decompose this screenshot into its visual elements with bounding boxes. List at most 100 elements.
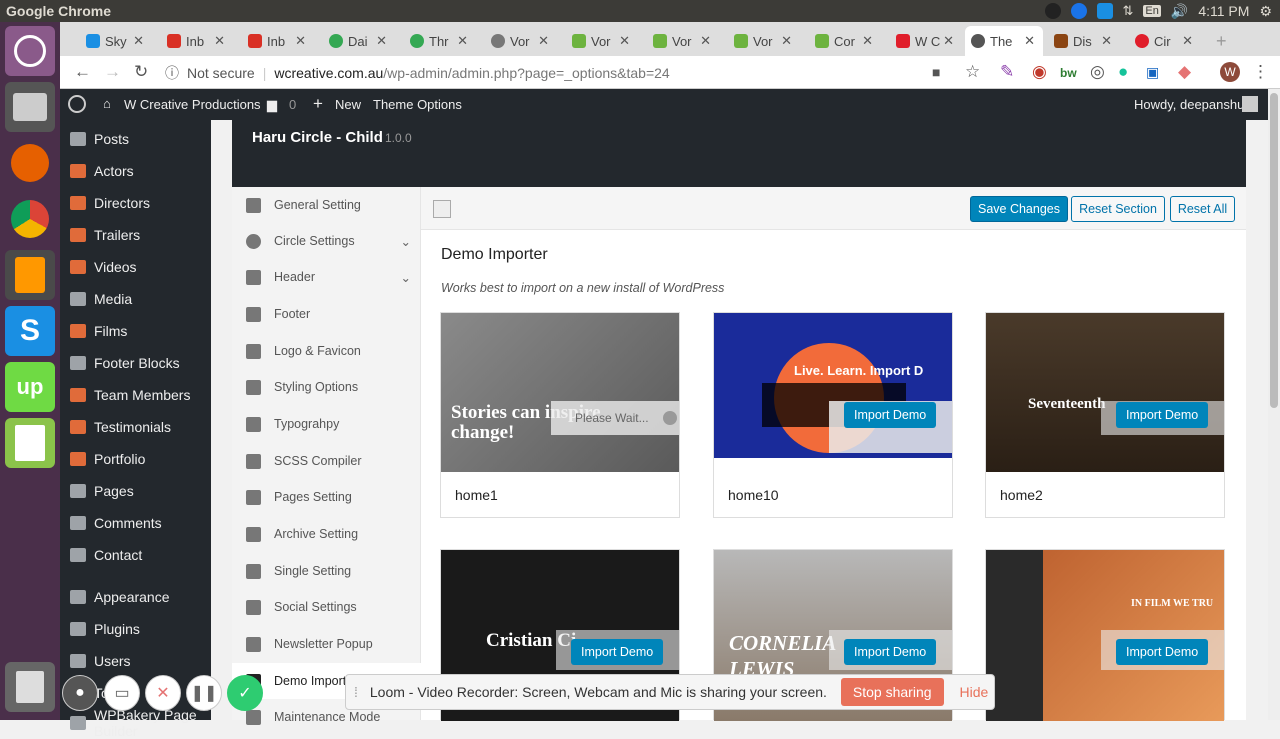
tab[interactable]: Thr ✕: [404, 26, 476, 56]
plus-icon[interactable]: +: [313, 94, 323, 114]
sidebar-item-pages[interactable]: Pages: [60, 476, 211, 506]
extension-icon[interactable]: ◎: [1090, 62, 1105, 82]
sidebar-item-actors[interactable]: Actors: [60, 156, 211, 186]
volume-icon[interactable]: 🔊: [1171, 3, 1188, 20]
tab[interactable]: Dis ✕: [1048, 26, 1120, 56]
files-icon[interactable]: [5, 82, 55, 132]
tab[interactable]: Dai ✕: [323, 26, 395, 56]
sidebar-item-contact[interactable]: Contact: [60, 540, 211, 570]
section-newsletter-popup[interactable]: Newsletter Popup: [232, 626, 421, 662]
extension-bw-icon[interactable]: bw: [1060, 66, 1077, 80]
chevron-down-icon[interactable]: ⌄: [401, 234, 411, 249]
chevron-down-icon[interactable]: ⌄: [401, 270, 411, 285]
loom-record-icon[interactable]: ●: [62, 675, 98, 711]
sidebar-item-trailers[interactable]: Trailers: [60, 220, 211, 250]
close-icon[interactable]: ✕: [376, 33, 387, 49]
sidebar-item-videos[interactable]: Videos: [60, 252, 211, 282]
loom-cancel-icon[interactable]: ✕: [145, 675, 181, 711]
settings-gear-icon[interactable]: ⚙: [1259, 3, 1272, 20]
address-bar[interactable]: ⓘ Not secure | wcreative.com.au /wp-admi…: [165, 60, 1065, 85]
tab[interactable]: Cir ✕: [1129, 26, 1201, 56]
section-general-setting[interactable]: General Setting: [232, 187, 421, 223]
reset-all-button[interactable]: Reset All: [1170, 196, 1235, 222]
tab[interactable]: Vor ✕: [647, 26, 719, 56]
home-icon[interactable]: ⌂: [103, 96, 111, 111]
sidebar-item-directors[interactable]: Directors: [60, 188, 211, 218]
scrollbar-thumb[interactable]: [1270, 93, 1278, 408]
sidebar-item-wpbakery[interactable]: WPBakery Page Builder: [60, 707, 211, 739]
demo-card[interactable]: Stories can inspire change! Please Wait.…: [440, 312, 680, 518]
howdy-link[interactable]: Howdy, deepanshu: [1134, 97, 1244, 112]
new-tab-plus-icon[interactable]: +: [1210, 26, 1240, 56]
demo-card[interactable]: Live. Learn. Import D Import Demo home10: [713, 312, 953, 518]
bookmark-star-icon[interactable]: ☆: [965, 62, 980, 82]
theme-options-link[interactable]: Theme Options: [373, 97, 462, 112]
site-name-link[interactable]: W Creative Productions: [124, 97, 261, 112]
chrome-icon[interactable]: [5, 194, 55, 244]
tab-active[interactable]: The ✕: [965, 26, 1043, 56]
hide-button[interactable]: Hide: [960, 684, 989, 700]
grammarly-icon[interactable]: ●: [1118, 62, 1128, 82]
ubuntu-dash-icon[interactable]: [5, 26, 55, 76]
reset-section-button[interactable]: Reset Section: [1071, 196, 1165, 222]
sidebar-item-portfolio[interactable]: Portfolio: [60, 444, 211, 474]
wordpress-logo-icon[interactable]: [68, 95, 86, 113]
import-demo-button[interactable]: Import Demo: [1116, 639, 1209, 665]
reload-icon[interactable]: ↻: [134, 62, 148, 82]
loom-finish-check-icon[interactable]: ✓: [227, 675, 263, 711]
save-changes-button[interactable]: Save Changes: [970, 196, 1068, 222]
drag-handle-icon[interactable]: ⁞: [354, 684, 358, 700]
tab[interactable]: Inb ✕: [161, 26, 233, 56]
close-icon[interactable]: ✕: [457, 33, 468, 49]
close-icon[interactable]: ✕: [862, 33, 873, 49]
tab[interactable]: Vor ✕: [566, 26, 638, 56]
back-arrow-icon[interactable]: ←: [74, 62, 91, 82]
import-demo-button[interactable]: Import Demo: [571, 639, 664, 665]
sidebar-item-testimonials[interactable]: Testimonials: [60, 412, 211, 442]
extension-icon[interactable]: ◉: [1032, 62, 1047, 82]
page-scrollbar[interactable]: [1268, 89, 1280, 720]
tab[interactable]: Vor ✕: [485, 26, 557, 56]
upwork-icon[interactable]: up: [5, 362, 55, 412]
comments-icon[interactable]: ▆: [267, 97, 277, 113]
close-icon[interactable]: ✕: [781, 33, 792, 49]
clock[interactable]: 4:11 PM: [1198, 3, 1249, 19]
forward-arrow-icon[interactable]: →: [104, 62, 121, 82]
network-icon[interactable]: ⇅: [1123, 3, 1134, 19]
firefox-icon[interactable]: [5, 138, 55, 188]
sidebar-item-footer-blocks[interactable]: Footer Blocks: [60, 348, 211, 378]
skype-icon[interactable]: S: [5, 306, 55, 356]
section-circle-settings[interactable]: Circle Settings ⌄: [232, 223, 421, 259]
section-scss-compiler[interactable]: SCSS Compiler: [232, 443, 421, 479]
sidebar-item-media[interactable]: Media: [60, 284, 211, 314]
section-footer[interactable]: Footer: [232, 296, 421, 332]
menu-kebab-icon[interactable]: ⋮: [1252, 62, 1269, 82]
section-header[interactable]: Header ⌄: [232, 259, 421, 295]
upwork-tray-icon[interactable]: [1044, 3, 1061, 19]
close-icon[interactable]: ✕: [295, 33, 306, 49]
tab[interactable]: W C ✕: [890, 26, 962, 56]
close-icon[interactable]: ✕: [700, 33, 711, 49]
import-demo-button[interactable]: Import Demo: [1116, 402, 1209, 428]
skype-tray-icon[interactable]: [1096, 3, 1113, 19]
camera-icon[interactable]: ■: [932, 64, 940, 80]
section-pages-setting[interactable]: Pages Setting: [232, 479, 421, 515]
extension-new-icon[interactable]: ▣: [1146, 64, 1159, 81]
close-icon[interactable]: ✕: [1182, 33, 1193, 49]
user-avatar[interactable]: [1242, 96, 1258, 112]
sidebar-item-users[interactable]: Users: [60, 646, 211, 676]
sidebar-item-films[interactable]: Films: [60, 316, 211, 346]
tab[interactable]: Cor ✕: [809, 26, 881, 56]
sublime-text-icon[interactable]: [5, 250, 55, 300]
new-link[interactable]: New: [335, 97, 361, 112]
libreoffice-calc-icon[interactable]: [5, 418, 55, 468]
sidebar-item-plugins[interactable]: Plugins: [60, 614, 211, 644]
loom-camera-icon[interactable]: ▭: [104, 675, 140, 711]
sidebar-item-posts[interactable]: Posts: [60, 124, 211, 154]
stop-sharing-button[interactable]: Stop sharing: [840, 678, 944, 706]
tab[interactable]: Sky ✕: [80, 26, 152, 56]
import-demo-button[interactable]: Import Demo: [844, 639, 937, 665]
close-icon[interactable]: ✕: [1024, 33, 1035, 49]
section-typography[interactable]: Typograhpy: [232, 406, 421, 442]
close-icon[interactable]: ✕: [619, 33, 630, 49]
